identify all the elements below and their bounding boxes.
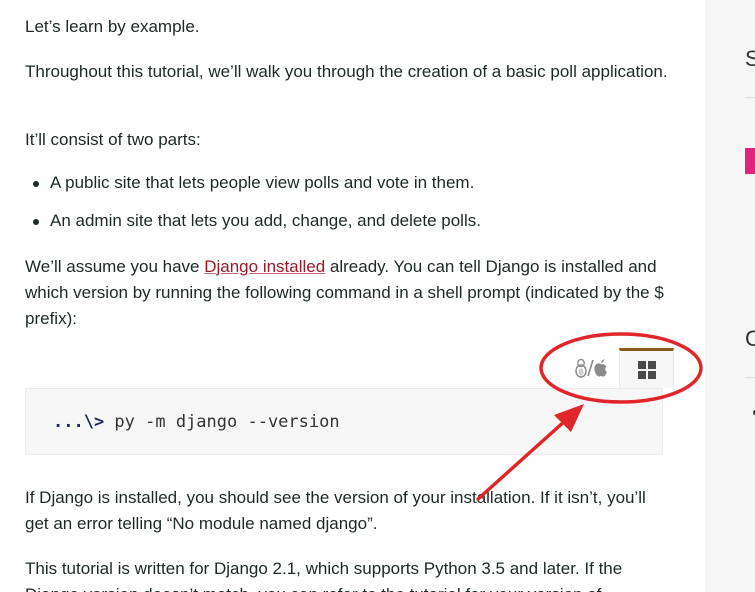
tab-unix[interactable] (564, 348, 619, 388)
if-installed-paragraph: If Django is installed, you should see t… (25, 488, 646, 533)
django-installed-link[interactable]: Django installed (204, 257, 325, 276)
assume-paragraph: We’ll assume you have Django installed a… (25, 254, 670, 332)
sidebar-divider (745, 377, 755, 378)
sidebar-divider (745, 97, 755, 98)
code-block[interactable]: ...\> py -m django --version (25, 388, 663, 455)
throughout-paragraph: Throughout this tutorial, we’ll walk you… (25, 62, 668, 81)
tab-windows[interactable] (619, 348, 674, 388)
sidebar: S C (705, 0, 755, 592)
written-for-paragraph: This tutorial is written for Django 2.1,… (25, 559, 623, 592)
windows-icon (637, 360, 656, 379)
assume-text-before: We’ll assume you have (25, 257, 205, 276)
docs-content: Let’s learn by example. Throughout this … (0, 0, 705, 592)
linux-mac-icon (574, 357, 609, 379)
sidebar-heading: C (745, 326, 755, 351)
list-item: An admin site that lets you add, change,… (25, 208, 670, 234)
sidebar-accent-badge (745, 148, 755, 174)
code-prompt: ...\> (53, 412, 105, 432)
code-command: py -m django --version (104, 412, 340, 432)
sidebar-heading: S (745, 46, 755, 71)
list-item: A public site that lets people view poll… (25, 170, 670, 196)
consist-paragraph: It’ll consist of two parts: (25, 130, 201, 149)
os-tabs (564, 348, 674, 388)
intro-paragraph: Let’s learn by example. (25, 17, 200, 36)
parts-list: A public site that lets people view poll… (25, 170, 670, 246)
